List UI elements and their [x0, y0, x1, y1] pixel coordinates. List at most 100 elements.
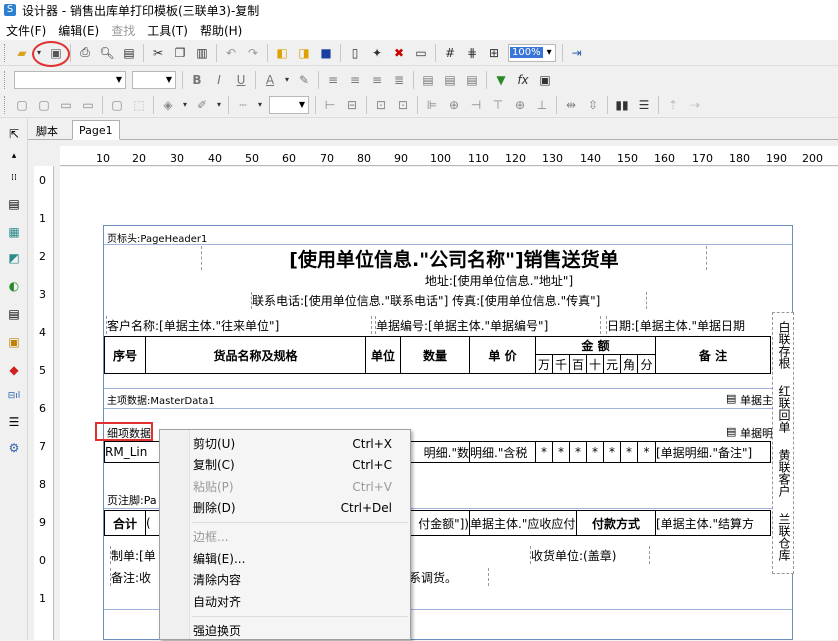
blank-page-icon[interactable]: ▭ [412, 44, 430, 62]
menu-item-edit[interactable]: 编辑(E)... [193, 548, 408, 569]
menu-file[interactable]: 文件(F) [0, 22, 52, 39]
amount-digit[interactable]: 万 [535, 354, 553, 374]
menu-edit[interactable]: 编辑(E) [52, 22, 105, 39]
list-icon[interactable]: ☰ [635, 96, 653, 114]
report-title[interactable]: [使用单位信息."公司名称"]销售送货单 [201, 246, 707, 270]
col-header-price[interactable]: 单 价 [469, 336, 536, 374]
detail-amount-digit-cell[interactable]: * [620, 441, 638, 463]
new-page-icon[interactable]: ▯ [346, 44, 364, 62]
select-all-icon[interactable]: ■ [317, 44, 335, 62]
zoom-select[interactable]: 100% ▾ [508, 43, 556, 62]
memo-icon[interactable]: ▤ [4, 194, 24, 214]
detail-amount-digit-cell[interactable]: * [586, 441, 604, 463]
space-horizontal-icon[interactable]: ⇹ [562, 96, 580, 114]
amount-digit[interactable]: 元 [603, 354, 621, 374]
band-label-footer[interactable]: 页注脚:Pa [107, 492, 157, 508]
delete-page-icon[interactable]: ✖ [390, 44, 408, 62]
open-folder-icon[interactable]: ▰ [13, 44, 31, 62]
bring-front-icon[interactable]: ◧ [273, 44, 291, 62]
justify-icon[interactable]: ≣ [390, 71, 408, 89]
size-right-icon[interactable]: ⇢ [686, 96, 704, 114]
bar-chart-icon[interactable]: ▮▮ [613, 96, 631, 114]
valign-middle-icon[interactable]: ▤ [441, 71, 459, 89]
col-header-qty[interactable]: 数量 [400, 336, 470, 374]
print-preview-icon[interactable]: 🔍︎ [98, 44, 116, 62]
doc-no-field[interactable]: 单据编号:[单据主体."单据编号"] [375, 316, 601, 334]
align-grid-icon[interactable]: ⋕ [463, 44, 481, 62]
picture-icon[interactable]: ▦ [4, 222, 24, 242]
toolbar-grip[interactable] [4, 43, 7, 62]
detail-amount-digit-cell[interactable]: * [552, 441, 570, 463]
paste-icon[interactable]: ▥ [193, 44, 211, 62]
underline-icon[interactable]: U [232, 71, 250, 89]
frame-all-icon[interactable]: ▢ [108, 96, 126, 114]
font-name-select[interactable]: ▼ [14, 70, 126, 89]
richtext-icon[interactable]: ☰ [4, 412, 24, 432]
detail-remark-cell[interactable]: [单据明细."备注"] [655, 441, 771, 463]
amount-digit[interactable]: 十 [586, 354, 604, 374]
dropdown-arrow-icon[interactable]: ▾ [283, 71, 291, 89]
settle-method-cell[interactable]: [单据主体."结算方 [655, 510, 771, 536]
align-center-icon[interactable]: ⊕ [445, 96, 463, 114]
fill-color-icon[interactable]: ◈ [159, 96, 177, 114]
date-field[interactable]: 日期:[单据主体."单据日期 [606, 316, 770, 334]
font-size-select[interactable]: ▼ [132, 70, 176, 89]
master-data-icon[interactable]: ▤ [726, 392, 736, 405]
table-icon[interactable]: ⊞ [485, 44, 503, 62]
valign-bottom-icon[interactable]: ▤ [463, 71, 481, 89]
italic-icon[interactable]: I [210, 71, 228, 89]
grid-icon[interactable]: # [441, 44, 459, 62]
amount-digit[interactable]: 百 [569, 354, 587, 374]
shape-icon[interactable]: ◐ [4, 276, 24, 296]
detail-line-no-cell[interactable]: RM_Lin [104, 441, 160, 463]
size-up-icon[interactable]: ⇡ [664, 96, 682, 114]
col-header-amount[interactable]: 金 额 [535, 336, 656, 355]
space-vertical-icon[interactable]: ⇳ [584, 96, 602, 114]
total-label[interactable]: 合计 [104, 510, 146, 536]
menu-item-paste[interactable]: 粘贴(P) Ctrl+V [193, 476, 408, 497]
remark-field[interactable]: 备注:收 [110, 568, 162, 586]
copy-icon[interactable]: ❐ [171, 44, 189, 62]
amount-digit[interactable]: 角 [620, 354, 638, 374]
col-header-name[interactable]: 货品名称及规格 [145, 336, 366, 374]
frame-bottom-icon[interactable]: ▭ [79, 96, 97, 114]
line-style-icon[interactable]: ┄ [234, 96, 252, 114]
align-middle-icon[interactable]: ⊕ [511, 96, 529, 114]
menu-item-copy[interactable]: 复制(C) Ctrl+C [193, 454, 408, 475]
amount-digit[interactable]: 千 [552, 354, 570, 374]
receivable-cell[interactable]: 单据主体."应收应付 [469, 510, 577, 536]
menu-tools[interactable]: 工具(T) [141, 22, 194, 39]
menu-help[interactable]: 帮助(H) [194, 22, 248, 39]
add-page-icon[interactable]: ✦ [368, 44, 386, 62]
detail-amount-digit-cell[interactable]: * [603, 441, 621, 463]
frame-top-icon[interactable]: ▭ [57, 96, 75, 114]
scroll-up-icon[interactable]: ▴ [4, 146, 24, 166]
amount-digit[interactable]: 分 [637, 354, 656, 374]
function-icon[interactable]: fx [514, 71, 532, 89]
align-center-icon[interactable]: ≡ [346, 71, 364, 89]
detail-price-cell[interactable]: 明细."含税 [469, 441, 536, 463]
address-field[interactable]: 地址:[使用单位信息."地址"] [354, 272, 644, 289]
receiver-field[interactable]: 收货单位:(盖章) [530, 546, 650, 564]
barcode-icon[interactable]: ⊟ıl [4, 386, 24, 406]
ole-icon[interactable]: ▣ [4, 332, 24, 352]
detail-amount-digit-cell[interactable]: * [637, 441, 656, 463]
contact-field[interactable]: 联系电话:[使用单位信息."联系电话"] 传真:[使用单位信息."传真"] [251, 292, 647, 309]
align-top-icon[interactable]: ⊤ [489, 96, 507, 114]
menu-item-auto-align[interactable]: 自动对齐 [193, 591, 408, 612]
menu-item-page-break[interactable]: 强迫换页 [193, 620, 408, 641]
same-width-icon[interactable]: ⊡ [372, 96, 390, 114]
align-left-icon[interactable]: ⊫ [423, 96, 441, 114]
line-color-icon[interactable]: ✐ [193, 96, 211, 114]
tab-script[interactable]: 脚本 [30, 120, 64, 140]
menu-find[interactable]: 查找 [105, 22, 141, 39]
detail-amount-digit-cell[interactable]: * [535, 441, 553, 463]
frame-none-icon[interactable]: ⬚ [130, 96, 148, 114]
copy-labels-strip[interactable]: 白联存根 红联回单 黄联客户 兰联仓库 [772, 312, 794, 574]
pointer-icon[interactable]: ⇱ [4, 124, 24, 144]
send-back-icon[interactable]: ◨ [295, 44, 313, 62]
exit-icon[interactable]: ⇥ [568, 44, 586, 62]
line-width-select[interactable]: ▼ [269, 95, 309, 114]
toolbar-grip[interactable] [4, 70, 7, 89]
valign-top-icon[interactable]: ▤ [419, 71, 437, 89]
